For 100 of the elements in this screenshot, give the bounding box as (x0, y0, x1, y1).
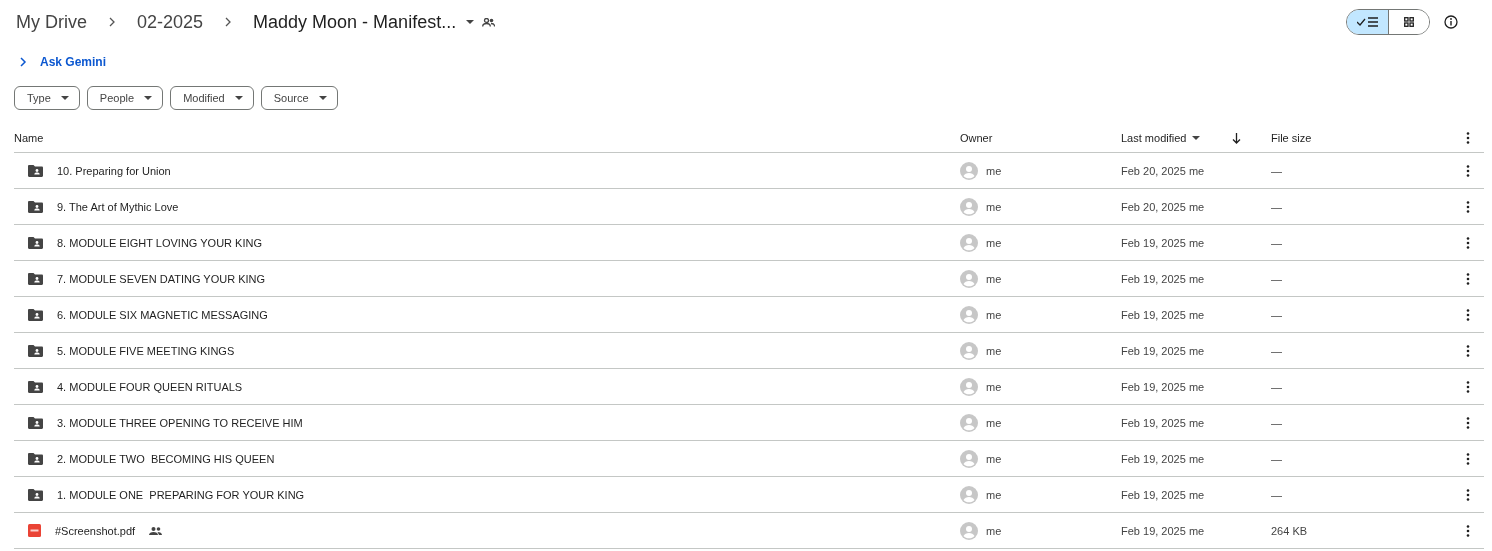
avatar-icon (960, 413, 978, 432)
modified-date: Feb 19, 2025 me (1121, 416, 1205, 429)
more-options-icon[interactable] (1466, 236, 1470, 249)
modified-date: Feb 19, 2025 me (1121, 344, 1205, 357)
modified-date: Feb 19, 2025 me (1121, 236, 1205, 249)
info-icon[interactable] (1444, 15, 1458, 29)
file-size: — (1271, 416, 1282, 429)
file-name[interactable]: 10. Preparing for Union (57, 164, 171, 177)
file-size: — (1271, 308, 1282, 321)
owner-name: me (986, 200, 1002, 213)
caret-icon (466, 20, 475, 24)
sort-caret-icon (1192, 136, 1201, 140)
file-size: — (1271, 488, 1282, 501)
filter-chip[interactable]: Type (14, 86, 80, 110)
modified-date: Feb 19, 2025 me (1121, 488, 1205, 501)
view-toggle-button[interactable] (1388, 10, 1429, 34)
shared-people-icon (149, 526, 163, 535)
breadcrumb-link[interactable]: 02-2025 (135, 11, 206, 33)
modified-date: Feb 19, 2025 me (1121, 452, 1205, 465)
pdf-file-icon (28, 524, 41, 537)
shared-folder-icon (28, 200, 43, 213)
column-header[interactable]: Owner (960, 132, 993, 144)
shared-folder-icon (28, 380, 43, 393)
column-header[interactable]: Name (14, 132, 44, 144)
file-name[interactable]: 7. MODULE SEVEN DATING YOUR KING (57, 272, 266, 285)
sort-down-arrow-icon[interactable] (1232, 132, 1242, 144)
more-options-icon[interactable] (1466, 524, 1470, 537)
modified-date: Feb 20, 2025 me (1121, 164, 1205, 177)
avatar-icon (960, 521, 978, 540)
dropdown-caret-icon (318, 96, 327, 100)
shared-folder-icon (28, 272, 43, 285)
file-name[interactable]: 5. MODULE FIVE MEETING KINGS (57, 344, 235, 357)
owner-name: me (986, 272, 1002, 285)
avatar-icon (960, 269, 978, 288)
owner-name: me (986, 344, 1002, 357)
view-toggle[interactable] (1346, 9, 1430, 35)
shared-folder-icon (28, 488, 43, 501)
avatar-icon (960, 377, 978, 396)
modified-date: Feb 19, 2025 me (1121, 272, 1205, 285)
owner-name: me (986, 236, 1002, 249)
breadcrumb-link[interactable]: My Drive (14, 11, 89, 33)
column-header[interactable]: Last modified (1121, 132, 1187, 144)
avatar-icon (960, 161, 978, 180)
file-size: — (1271, 164, 1282, 177)
filter-chip[interactable]: Source (260, 86, 338, 110)
dropdown-caret-icon (144, 96, 153, 100)
file-size: 264 KB (1271, 524, 1308, 537)
avatar-icon (960, 197, 978, 216)
owner-name: me (986, 524, 1002, 537)
more-options-icon[interactable] (1466, 132, 1470, 144)
file-name[interactable]: 8. MODULE EIGHT LOVING YOUR KING (57, 236, 262, 249)
modified-date: Feb 19, 2025 me (1121, 380, 1205, 393)
shared-people-icon (482, 17, 496, 27)
shared-folder-icon (28, 308, 43, 321)
ask-gemini-link[interactable]: Ask Gemini (40, 55, 107, 69)
more-options-icon[interactable] (1466, 452, 1470, 465)
more-options-icon[interactable] (1466, 488, 1470, 501)
more-options-icon[interactable] (1466, 416, 1470, 429)
file-size: — (1271, 272, 1282, 285)
owner-name: me (986, 488, 1002, 501)
more-options-icon[interactable] (1466, 380, 1470, 393)
file-name[interactable]: 9. The Art of Mythic Love (57, 200, 179, 213)
shared-folder-icon (28, 452, 43, 465)
file-name[interactable]: 4. MODULE FOUR QUEEN RITUALS (57, 380, 243, 393)
more-options-icon[interactable] (1466, 308, 1470, 321)
shared-folder-icon (28, 164, 43, 177)
avatar-icon (960, 485, 978, 504)
file-name[interactable]: 6. MODULE SIX MAGNETIC MESSAGING (57, 308, 268, 321)
chevron-right-icon (225, 17, 232, 27)
breadcrumb-current[interactable]: Maddy Moon - Manifest... (251, 11, 477, 33)
list-view-icon (1356, 17, 1379, 27)
view-toggle-button[interactable] (1347, 10, 1388, 34)
column-header[interactable]: File size (1271, 132, 1312, 144)
owner-name: me (986, 416, 1002, 429)
modified-date: Feb 19, 2025 me (1121, 308, 1205, 321)
filter-chip[interactable]: Modified (170, 86, 254, 110)
file-name[interactable]: 2. MODULE TWO BECOMING HIS QUEEN (57, 452, 275, 465)
chevron-right-icon (109, 17, 115, 27)
shared-folder-icon (28, 236, 43, 249)
more-options-icon[interactable] (1466, 164, 1470, 177)
file-size: — (1271, 344, 1282, 357)
file-name[interactable]: 1. MODULE ONE PREPARING FOR YOUR KING (57, 488, 305, 501)
grid-view-icon (1404, 17, 1414, 27)
shared-folder-icon (28, 344, 43, 357)
avatar-icon (960, 305, 978, 324)
file-size: — (1271, 380, 1282, 393)
owner-name: me (986, 308, 1002, 321)
shared-folder-icon (28, 416, 43, 429)
more-options-icon[interactable] (1466, 344, 1470, 357)
file-size: — (1271, 236, 1282, 249)
file-name[interactable]: #Screenshot.pdf (55, 524, 136, 537)
dropdown-caret-icon (60, 96, 69, 100)
more-options-icon[interactable] (1466, 272, 1470, 285)
owner-name: me (986, 452, 1002, 465)
filter-chip[interactable]: People (86, 86, 164, 110)
file-size: — (1271, 200, 1282, 213)
file-name[interactable]: 3. MODULE THREE OPENING TO RECEIVE HIM (57, 416, 303, 429)
avatar-icon (960, 233, 978, 252)
owner-name: me (986, 380, 1002, 393)
more-options-icon[interactable] (1466, 200, 1470, 213)
